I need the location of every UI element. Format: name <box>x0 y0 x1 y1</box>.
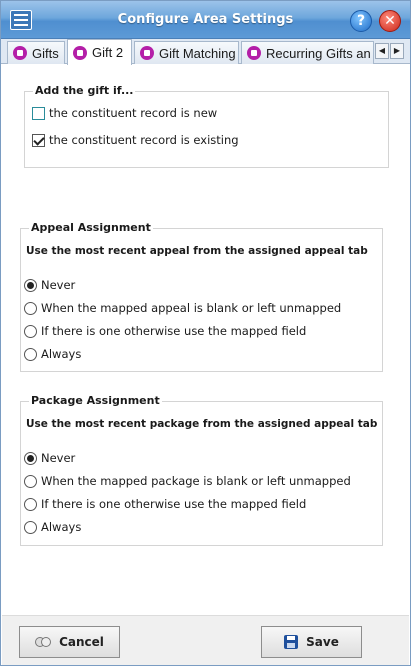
title-bar: Configure Area Settings ? ✕ <box>1 1 410 39</box>
package-blank-radio[interactable] <box>24 474 37 488</box>
appeal-assignment-legend: Appeal Assignment <box>29 221 153 234</box>
package-option-blank[interactable]: When the mapped package is blank or left… <box>24 474 351 488</box>
save-label: Save <box>306 635 339 649</box>
tab-recurring-gifts[interactable]: Recurring Gifts an <box>241 41 374 64</box>
existing-record-label: the constituent record is existing <box>49 133 239 147</box>
cancel-button[interactable]: Cancel <box>19 626 120 658</box>
package-always-label: Always <box>41 520 82 534</box>
appeal-if-one-label: If there is one otherwise use the mapped… <box>41 324 307 338</box>
existing-record-checkbox-row[interactable]: the constituent record is existing <box>32 133 239 147</box>
tab-gift-matching[interactable]: Gift Matching <box>134 41 239 64</box>
appeal-option-if-one[interactable]: If there is one otherwise use the mapped… <box>24 324 306 338</box>
package-option-always[interactable]: Always <box>24 520 81 534</box>
close-icon[interactable]: ✕ <box>379 10 401 32</box>
package-blank-label: When the mapped package is blank or left… <box>41 474 351 488</box>
gift-icon <box>13 46 27 60</box>
appeal-blank-radio[interactable] <box>24 301 37 315</box>
package-never-label: Never <box>41 451 76 465</box>
tab-scroll-right-button[interactable]: ▶ <box>390 43 404 59</box>
package-never-radio[interactable] <box>24 451 37 465</box>
cancel-icon <box>35 636 52 648</box>
package-if-one-label: If there is one otherwise use the mapped… <box>41 497 307 511</box>
appeal-never-radio[interactable] <box>24 278 37 292</box>
appeal-option-blank[interactable]: When the mapped appeal is blank or left … <box>24 301 341 315</box>
tab-label: Recurring Gifts an <box>266 45 371 61</box>
save-button[interactable]: Save <box>261 626 362 658</box>
help-icon[interactable]: ? <box>350 10 372 32</box>
package-subheading: Use the most recent package from the ass… <box>26 418 378 430</box>
new-record-label: the constituent record is new <box>49 106 218 120</box>
appeal-blank-label: When the mapped appeal is blank or left … <box>41 301 342 315</box>
tab-label: Gift Matching <box>159 45 236 61</box>
appeal-always-label: Always <box>41 347 82 361</box>
gift-icon <box>140 46 154 60</box>
package-option-if-one[interactable]: If there is one otherwise use the mapped… <box>24 497 306 511</box>
new-record-checkbox-row[interactable]: the constituent record is new <box>32 106 217 120</box>
appeal-option-never[interactable]: Never <box>24 278 75 292</box>
tab-scroll-left-button[interactable]: ◀ <box>375 43 389 59</box>
gift-2-tab-content: Add the gift if... the constituent recor… <box>2 65 409 615</box>
new-record-checkbox[interactable] <box>32 106 45 120</box>
appeal-option-always[interactable]: Always <box>24 347 81 361</box>
tab-strip: Gifts Gift 2 Gift Matching Recurring Gif… <box>1 39 410 65</box>
add-gift-group: Add the gift if... <box>24 84 389 168</box>
tab-label: Gifts <box>32 45 59 61</box>
tab-label: Gift 2 <box>92 45 124 60</box>
configure-area-settings-window: Configure Area Settings ? ✕ Gifts Gift 2… <box>0 0 411 666</box>
gift-icon <box>247 46 261 60</box>
tab-gifts[interactable]: Gifts <box>7 41 65 64</box>
dialog-footer: Cancel Save <box>2 615 409 665</box>
cancel-label: Cancel <box>59 635 104 649</box>
save-disk-icon <box>284 635 299 649</box>
gift-icon <box>73 45 87 60</box>
package-always-radio[interactable] <box>24 520 37 534</box>
add-gift-legend: Add the gift if... <box>33 84 136 97</box>
window-title: Configure Area Settings <box>117 12 294 27</box>
package-if-one-radio[interactable] <box>24 497 37 511</box>
existing-record-checkbox[interactable] <box>32 133 45 147</box>
appeal-if-one-radio[interactable] <box>24 324 37 338</box>
package-option-never[interactable]: Never <box>24 451 75 465</box>
appeal-subheading: Use the most recent appeal from the assi… <box>26 245 368 257</box>
appeal-never-label: Never <box>41 278 76 292</box>
tab-gift-2[interactable]: Gift 2 <box>67 39 132 65</box>
appeal-always-radio[interactable] <box>24 347 37 361</box>
package-assignment-legend: Package Assignment <box>29 394 162 407</box>
